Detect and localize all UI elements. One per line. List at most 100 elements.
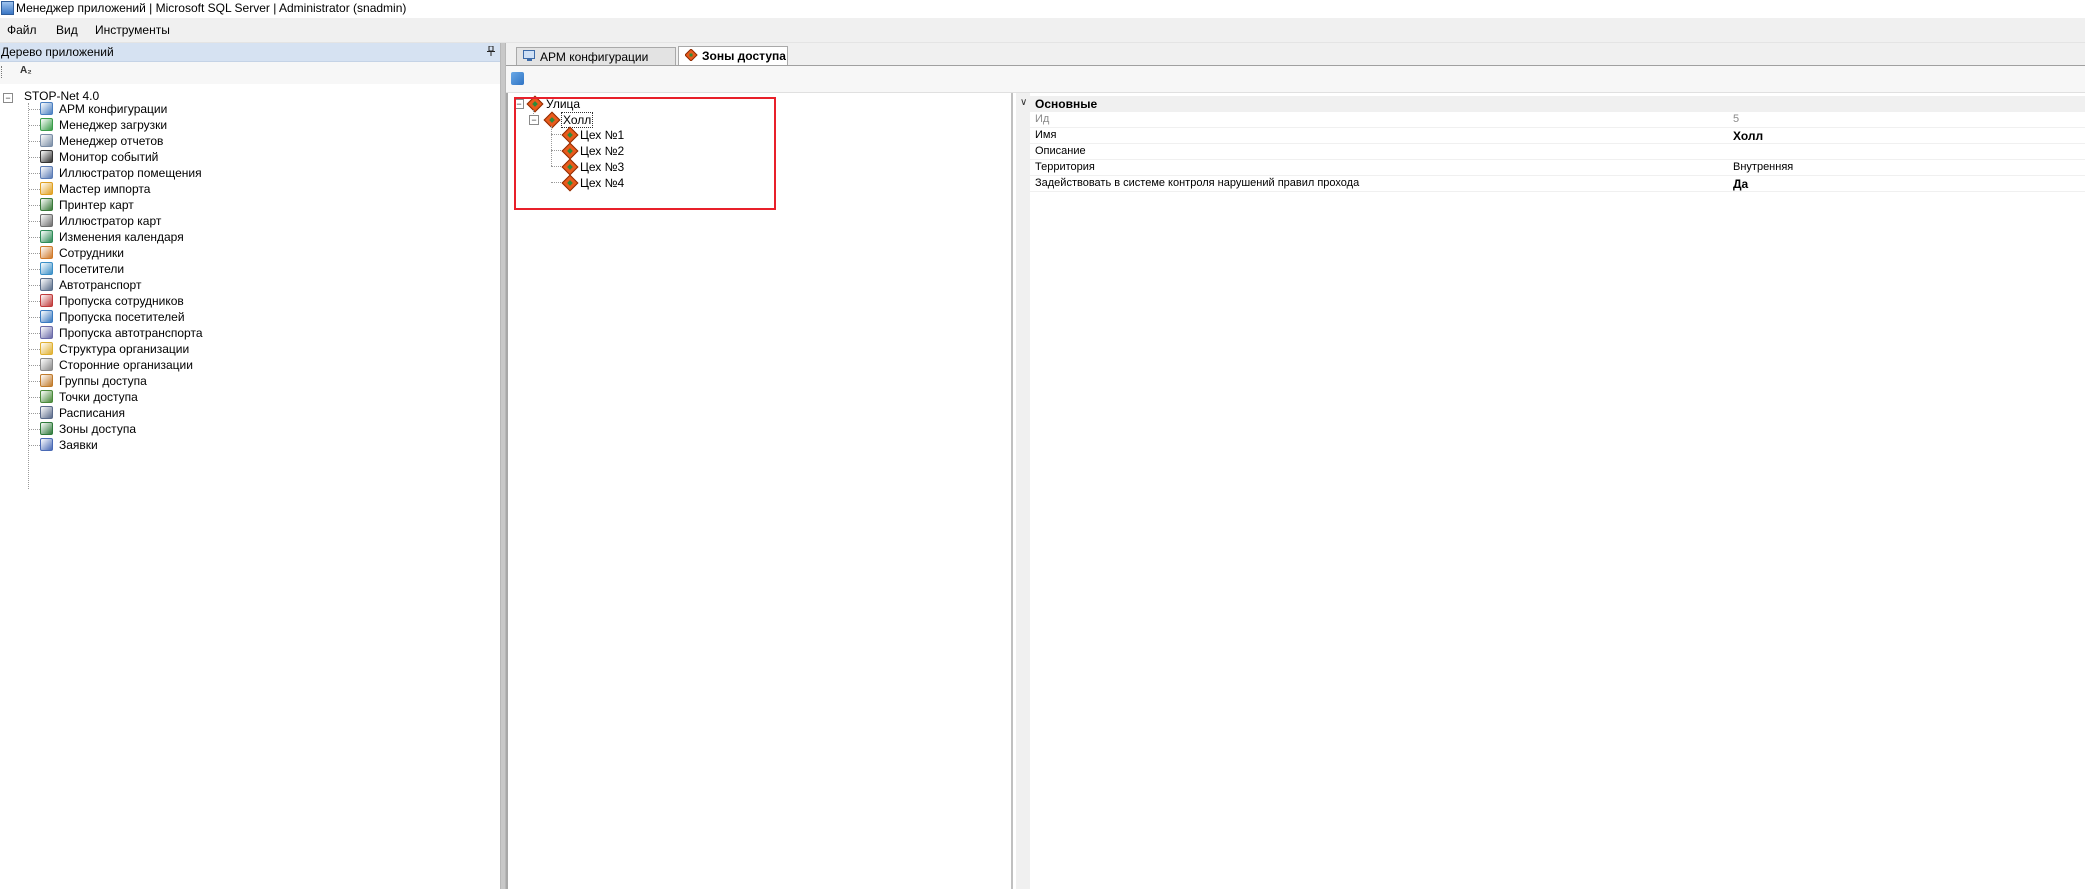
report-icon (40, 134, 53, 147)
pin-icon[interactable] (487, 46, 495, 56)
tree-item-label: Мастер импорта (59, 182, 151, 196)
tree-connector (29, 285, 40, 286)
tree-connector (29, 333, 40, 334)
property-category[interactable]: ∨ Основные (1016, 96, 2085, 112)
tree-connector (29, 445, 40, 446)
tree-connector (29, 429, 40, 430)
tab-config[interactable]: АРМ конфигурации (516, 47, 676, 65)
app-icon (1, 1, 14, 15)
tree-connector (29, 189, 40, 190)
group-icon (40, 374, 53, 387)
tree-connector (29, 397, 40, 398)
tree-item-label: Сотрудники (59, 246, 124, 260)
tree-item-label: Сторонние организации (59, 358, 193, 372)
tree-connector (29, 365, 40, 366)
highlight-box (514, 97, 776, 210)
tree-item-label: Менеджер отчетов (59, 134, 164, 148)
tree-connector (29, 381, 40, 382)
tree-item[interactable]: Структура организации (0, 341, 500, 357)
property-row[interactable]: Задействовать в системе контроля нарушен… (1030, 176, 2085, 192)
tree-item[interactable]: Менеджер загрузки (0, 117, 500, 133)
property-value[interactable]: Да (1733, 177, 1748, 191)
property-row[interactable]: Территория Внутренняя (1030, 160, 2085, 176)
badge-car-icon (40, 326, 53, 339)
tree-connector (29, 253, 40, 254)
tree-item-label: Пропуска сотрудников (59, 294, 184, 308)
tree-item[interactable]: Точки доступа (0, 389, 500, 405)
tree-item-label: Заявки (59, 438, 98, 452)
printer-icon (40, 198, 53, 211)
panel-header: Дерево приложений (0, 43, 500, 62)
tab-access-zones[interactable]: Зоны доступа (678, 46, 788, 65)
organization-icon (40, 358, 53, 371)
tree-item[interactable]: Монитор событий (0, 149, 500, 165)
tree-item-label: Зоны доступа (59, 422, 136, 436)
structure-icon (40, 342, 53, 355)
tree-connector (29, 349, 40, 350)
card-icon (40, 214, 53, 227)
property-name: Описание (1035, 145, 1086, 157)
tree-item-label: Пропуска посетителей (59, 310, 185, 324)
tree-item[interactable]: Менеджер отчетов (0, 133, 500, 149)
tree-item[interactable]: Иллюстратор помещения (0, 165, 500, 181)
tree-items: АРМ конфигурации Менеджер загрузки Менедже… (0, 101, 500, 453)
menu-file[interactable]: Файл (7, 23, 37, 37)
property-name: Задействовать в системе контроля нарушен… (1035, 177, 1360, 189)
menu-tools[interactable]: Инструменты (95, 23, 170, 37)
tree-item-label: Группы доступа (59, 374, 147, 388)
building-icon (40, 166, 53, 179)
tree-item[interactable]: Расписания (0, 405, 500, 421)
download-icon (40, 118, 53, 131)
tree-item[interactable]: Принтер карт (0, 197, 500, 213)
tree-item[interactable]: Зоны доступа (0, 421, 500, 437)
eye-icon (40, 150, 53, 163)
menu-view[interactable]: Вид (56, 23, 78, 37)
tree-item-label: Изменения календаря (59, 230, 184, 244)
tree-connector (29, 205, 40, 206)
tree-item-label: Монитор событий (59, 150, 159, 164)
sort-alphabetical-icon[interactable]: A₂ (20, 65, 32, 76)
property-row[interactable]: Ид 5 (1030, 112, 2085, 128)
tree-item-label: Автотранспорт (59, 278, 142, 292)
property-row[interactable]: Имя Холл (1030, 128, 2085, 144)
import-icon (40, 182, 53, 195)
property-row[interactable]: Описание (1030, 144, 2085, 160)
tree-item[interactable]: Автотранспорт (0, 277, 500, 293)
tree-item[interactable]: Пропуска посетителей (0, 309, 500, 325)
tree-connector (29, 317, 40, 318)
tree-item[interactable]: АРМ конфигурации (0, 101, 500, 117)
chevron-down-icon[interactable]: ∨ (1020, 97, 1027, 108)
tree-item[interactable]: Сторонние организации (0, 357, 500, 373)
refresh-icon[interactable] (511, 72, 524, 85)
tree-toolbar: A₂ (0, 62, 500, 84)
tree-item-label: Принтер карт (59, 198, 134, 212)
properties-gutter (1016, 93, 1030, 889)
menu-bar: Файл Вид Инструменты (0, 18, 2085, 43)
tree-item[interactable]: Изменения календаря (0, 229, 500, 245)
tree-item[interactable]: Пропуска сотрудников (0, 293, 500, 309)
request-icon (40, 438, 53, 451)
property-name: Территория (1035, 161, 1095, 173)
calendar-icon (40, 230, 53, 243)
tree-connector (29, 301, 40, 302)
tree-item[interactable]: Иллюстратор карт (0, 213, 500, 229)
tree-item[interactable]: Группы доступа (0, 373, 500, 389)
property-value[interactable]: Внутренняя (1733, 161, 1793, 173)
car-icon (40, 278, 53, 291)
property-value[interactable]: Холл (1733, 129, 1763, 143)
tree-item-label: Менеджер загрузки (59, 118, 168, 132)
title-bar: Менеджер приложений | Microsoft SQL Serv… (0, 0, 2085, 18)
tree-item-label: АРМ конфигурации (59, 102, 168, 116)
application-tree-panel: Дерево приложений A₂ − STOP-Net 4.0 АРМ … (0, 43, 500, 889)
config-icon (523, 50, 535, 61)
categorized-icon[interactable] (1, 66, 12, 78)
tree-item[interactable]: Пропуска автотранспорта (0, 325, 500, 341)
zone-icon (685, 49, 698, 61)
tree-connector (29, 173, 40, 174)
property-name: Имя (1035, 129, 1057, 141)
tree-item[interactable]: Посетители (0, 261, 500, 277)
tree-item[interactable]: Сотрудники (0, 245, 500, 261)
properties-grid: ∨ Основные Ид 5 Имя Холл Описание Территория В… (1016, 93, 2085, 889)
tree-item[interactable]: Заявки (0, 437, 500, 453)
tree-item[interactable]: Мастер импорта (0, 181, 500, 197)
